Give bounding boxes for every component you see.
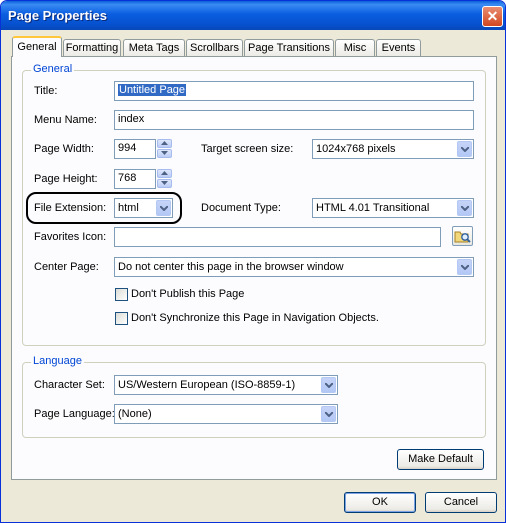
title-label: Title:: [34, 85, 58, 97]
spin-up-icon[interactable]: [157, 169, 172, 178]
dont-sync-label[interactable]: Don't Synchronize this Page in Navigatio…: [131, 312, 379, 324]
browse-button[interactable]: [452, 226, 473, 246]
tab-general[interactable]: General: [12, 36, 62, 57]
document-type-label: Document Type:: [201, 202, 281, 214]
cancel-button[interactable]: Cancel: [425, 492, 497, 513]
chevron-down-icon[interactable]: [321, 377, 336, 393]
document-type-select[interactable]: HTML 4.01 Transitional: [312, 198, 474, 218]
favorites-icon-field[interactable]: [114, 227, 441, 247]
general-group-title: General: [31, 63, 75, 75]
target-screen-value: 1024x768 pixels: [316, 143, 396, 155]
dont-sync-checkbox[interactable]: [115, 312, 128, 325]
dont-publish-label[interactable]: Don't Publish this Page: [131, 288, 244, 300]
chevron-down-icon[interactable]: [457, 259, 472, 275]
page-width-label: Page Width:: [34, 143, 94, 155]
page-width-spinner[interactable]: [157, 139, 172, 159]
center-page-value: Do not center this page in the browser w…: [118, 261, 344, 273]
dialog-title: Page Properties: [8, 8, 107, 23]
tab-page-transitions[interactable]: Page Transitions: [244, 39, 334, 56]
language-group: [22, 362, 486, 438]
close-icon: ✕: [486, 8, 499, 24]
target-screen-label: Target screen size:: [201, 143, 294, 155]
page-properties-dialog: Page Properties ✕ General Formatting Met…: [0, 0, 506, 523]
character-set-value: US/Western European (ISO-8859-1): [118, 379, 296, 391]
title-field[interactable]: Untitled Page: [114, 81, 474, 101]
tab-meta-tags[interactable]: Meta Tags: [123, 39, 185, 56]
file-extension-label: File Extension:: [34, 202, 107, 214]
chevron-down-icon[interactable]: [457, 141, 472, 157]
page-language-value: (None): [118, 408, 152, 420]
tab-events[interactable]: Events: [376, 39, 421, 56]
make-default-button[interactable]: Make Default: [397, 449, 484, 470]
tab-formatting[interactable]: Formatting: [63, 39, 121, 56]
file-extension-value: html: [118, 202, 139, 214]
tab-misc[interactable]: Misc: [335, 39, 375, 56]
center-page-select[interactable]: Do not center this page in the browser w…: [114, 257, 474, 277]
chevron-down-icon[interactable]: [321, 406, 336, 422]
spin-down-icon[interactable]: [157, 149, 172, 158]
character-set-label: Character Set:: [34, 379, 105, 391]
file-extension-select[interactable]: html: [114, 198, 173, 218]
close-button[interactable]: ✕: [482, 6, 503, 27]
spin-down-icon[interactable]: [157, 179, 172, 188]
title-field-value: Untitled Page: [118, 84, 187, 96]
title-bar[interactable]: Page Properties ✕: [1, 1, 505, 30]
page-height-spinner[interactable]: [157, 169, 172, 189]
page-height-field[interactable]: 768: [114, 169, 156, 189]
favorites-icon-label: Favorites Icon:: [34, 231, 107, 243]
center-page-label: Center Page:: [34, 261, 99, 273]
document-type-value: HTML 4.01 Transitional: [316, 202, 430, 214]
dont-publish-checkbox[interactable]: [115, 288, 128, 301]
tab-scrollbars[interactable]: Scrollbars: [186, 39, 243, 56]
page-language-select[interactable]: (None): [114, 404, 338, 424]
page-height-label: Page Height:: [34, 173, 98, 185]
page-language-label: Page Language:: [34, 408, 115, 420]
chevron-down-icon[interactable]: [457, 200, 472, 216]
chevron-down-icon[interactable]: [156, 200, 171, 216]
page-width-field[interactable]: 994: [114, 139, 156, 159]
character-set-select[interactable]: US/Western European (ISO-8859-1): [114, 375, 338, 395]
language-group-title: Language: [31, 355, 84, 367]
menu-name-field[interactable]: index: [114, 110, 474, 130]
spin-up-icon[interactable]: [157, 139, 172, 148]
ok-button[interactable]: OK: [344, 492, 416, 513]
browse-folder-icon: [454, 231, 471, 243]
menu-name-label: Menu Name:: [34, 114, 97, 126]
target-screen-select[interactable]: 1024x768 pixels: [312, 139, 474, 159]
